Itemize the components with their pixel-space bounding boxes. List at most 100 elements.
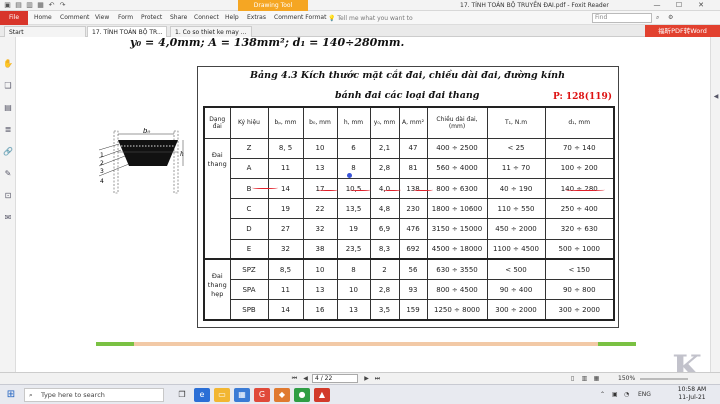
- maximize-icon[interactable]: ☐: [670, 0, 688, 11]
- hand-tool-icon[interactable]: ✋: [3, 59, 13, 69]
- print-icon[interactable]: ▦: [36, 1, 45, 10]
- minimize-icon[interactable]: —: [648, 0, 666, 11]
- redo-icon[interactable]: ↷: [58, 1, 67, 10]
- table-cell: 11: [267, 279, 304, 301]
- table-cell: Z: [229, 137, 269, 159]
- open-icon[interactable]: ▤: [14, 1, 23, 10]
- close-icon[interactable]: ✕: [692, 0, 710, 11]
- tell-me-search[interactable]: 💡 Tell me what you want to: [328, 14, 413, 23]
- table-cell: 16: [302, 299, 338, 321]
- group-cell: Đai thang: [203, 137, 231, 260]
- layers-icon[interactable]: ≣: [3, 125, 13, 135]
- security-icon[interactable]: ⊡: [3, 191, 13, 201]
- volume-icon[interactable]: ◔: [624, 389, 629, 401]
- table-cell: 476: [398, 218, 428, 240]
- tab-start[interactable]: Start: [4, 26, 86, 37]
- prev-page-icon[interactable]: ◀: [301, 375, 310, 383]
- chrome-icon[interactable]: ●: [294, 388, 310, 402]
- file-tab[interactable]: File: [0, 11, 28, 25]
- tab-comment[interactable]: Comment: [60, 11, 89, 25]
- system-clock[interactable]: 10:58 AM 11-Jul-21: [672, 386, 712, 402]
- edge-icon[interactable]: e: [194, 388, 210, 402]
- table-cell: 81: [398, 157, 428, 179]
- table-row: Đai thang hẹp SPZ 8,5 10 8 2 56 630 ÷ 3550 < 500…: [203, 258, 615, 321]
- tab-help[interactable]: Help: [225, 11, 239, 25]
- table-cell: < 150: [544, 258, 615, 281]
- tab-view[interactable]: View: [95, 11, 109, 25]
- table-cell: 400 ÷ 2500: [426, 137, 488, 159]
- tab-protect[interactable]: Protect: [141, 11, 162, 25]
- belt-dimensions-table: Dạng đai Ký hiệu bₚ, mm b₀, mm h, mm y₀,…: [203, 106, 615, 321]
- table-cell: 22: [302, 198, 338, 220]
- table-cell: 23,5: [336, 238, 371, 260]
- table-cell: 8, 5: [267, 137, 304, 159]
- attachment-icon[interactable]: 🔗: [3, 147, 13, 157]
- table-cell: 13: [336, 299, 371, 321]
- file-explorer-icon[interactable]: ▭: [214, 388, 230, 402]
- settings-icon[interactable]: ⚙: [668, 11, 673, 25]
- red-underline-mark: [318, 188, 338, 191]
- facing-page-icon[interactable]: ▦: [592, 375, 601, 383]
- first-page-icon[interactable]: ⏮: [290, 375, 299, 383]
- pdf-app-icon[interactable]: ▲: [314, 388, 330, 402]
- save-icon[interactable]: ▥: [25, 1, 34, 10]
- tray-arrow-icon[interactable]: ⌃: [600, 389, 605, 401]
- tab-form[interactable]: Form: [118, 11, 133, 25]
- table-cell: 11 ÷ 70: [486, 157, 546, 179]
- search-icon: ⌕: [29, 391, 33, 399]
- app-icon[interactable]: ◆: [274, 388, 290, 402]
- find-input[interactable]: Find: [592, 13, 652, 23]
- foxit-icon[interactable]: G: [254, 388, 270, 402]
- tab-share[interactable]: Share: [170, 11, 187, 25]
- tab-extras[interactable]: Extras: [247, 11, 266, 25]
- table-title: Bảng 4.3 Kích thước mặt cắt đai, chiều d…: [250, 70, 565, 81]
- clock-time: 10:58 AM: [677, 386, 707, 393]
- tab-home[interactable]: Home: [34, 11, 52, 25]
- next-page-icon[interactable]: ▶: [362, 375, 371, 383]
- last-page-icon[interactable]: ⏭: [373, 375, 382, 383]
- tab-comment-format[interactable]: Comment Format: [274, 11, 326, 25]
- table-cell: 692: [398, 238, 428, 260]
- single-page-icon[interactable]: ▯: [568, 375, 577, 383]
- lightbulb-icon: 💡: [328, 15, 336, 22]
- zoom-level[interactable]: 150%: [618, 374, 635, 384]
- signature-icon[interactable]: ✎: [3, 169, 13, 179]
- diagram-top-label: b₀: [143, 128, 150, 135]
- tab-connect[interactable]: Connect: [194, 11, 219, 25]
- table-cell: 2,1: [369, 137, 400, 159]
- red-underline-mark: [383, 188, 401, 191]
- header-cell: bₚ, mm: [267, 106, 304, 139]
- table-cell: 47: [398, 137, 428, 159]
- chevron-left-icon[interactable]: ◀: [712, 93, 720, 101]
- table-cell: 6,9: [369, 218, 400, 240]
- windows-start-icon[interactable]: ⊞: [4, 389, 18, 401]
- language-indicator[interactable]: ENG: [638, 389, 651, 401]
- comments-icon[interactable]: ✉: [3, 213, 13, 223]
- table-cell: 500 ÷ 1000: [544, 238, 615, 260]
- pages-icon[interactable]: ▤: [3, 103, 13, 113]
- table-cell: 2,8: [369, 157, 400, 179]
- red-underline-mark: [413, 188, 433, 191]
- table-cell: 560 ÷ 4000: [426, 157, 488, 179]
- table-cell: 13: [302, 279, 338, 301]
- table-cell: 2: [369, 258, 400, 281]
- taskbar-search[interactable]: ⌕ Type here to search: [24, 388, 164, 402]
- network-icon[interactable]: ▣: [612, 389, 618, 401]
- taskbar: ⊞ ⌕ Type here to search ❐ e ▭ ▦ G ◆ ● ▲ ⌃…: [0, 384, 720, 404]
- ribbon: File Home Comment View Form Protect Shar…: [0, 11, 720, 25]
- pdf-to-word-banner[interactable]: 福昕PDF转Word: [645, 25, 720, 37]
- clock-date: 11-Jul-21: [678, 394, 706, 401]
- task-view-icon[interactable]: ❐: [174, 388, 190, 402]
- bookmark-icon[interactable]: ❑: [3, 81, 13, 91]
- page-number-input[interactable]: 4 / 22: [312, 374, 358, 383]
- table-row: SPB 14 16 13 3,5 159 1250 ÷ 8000 300 ÷ 2000 300 …: [204, 299, 615, 321]
- table-cell: 13,5: [336, 198, 371, 220]
- table-cell: 800 ÷ 4500: [426, 279, 488, 301]
- zoom-slider[interactable]: [640, 378, 688, 380]
- store-icon[interactable]: ▦: [234, 388, 250, 402]
- tab-label: 1. Co so thiet ke may ...: [175, 29, 247, 36]
- find-search-icon[interactable]: ⌕: [656, 11, 659, 25]
- continuous-page-icon[interactable]: ▥: [580, 375, 589, 383]
- table-cell: 40 ÷ 190: [486, 177, 546, 200]
- undo-icon[interactable]: ↶: [47, 1, 56, 10]
